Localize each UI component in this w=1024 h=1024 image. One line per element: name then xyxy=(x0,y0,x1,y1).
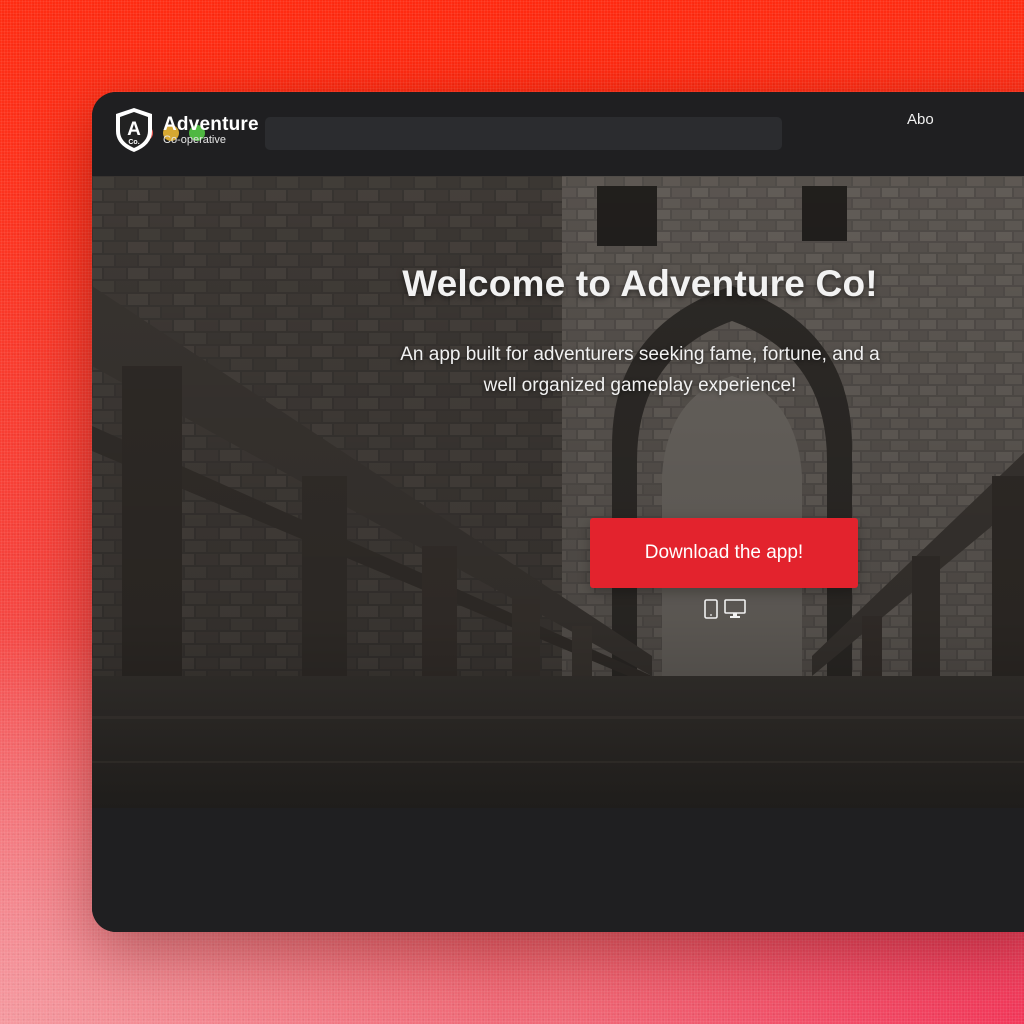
brand-subtitle: Co-operative xyxy=(163,133,226,146)
hero-title: Welcome to Adventure Co! xyxy=(402,263,878,304)
nav-link-about[interactable]: Abo xyxy=(907,111,934,128)
platform-icons xyxy=(704,599,746,624)
brand-title: Adventure xyxy=(163,113,259,135)
desktop-icon xyxy=(724,599,746,624)
hero-subtitle-line-2: well organized gameplay experience! xyxy=(483,375,797,396)
address-bar[interactable] xyxy=(265,117,782,150)
svg-text:Co.: Co. xyxy=(128,139,139,146)
download-app-button[interactable]: Download the app! xyxy=(590,518,858,588)
svg-text:A: A xyxy=(127,119,141,140)
brand-logo[interactable]: A Co. Adventure Co-operative xyxy=(114,107,259,153)
browser-window xyxy=(92,92,1024,932)
shield-logo-icon: A Co. xyxy=(116,108,152,152)
tablet-icon xyxy=(704,599,718,624)
hero-subtitle-line-1: An app built for adventurers seeking fam… xyxy=(400,344,880,365)
hero-subtitle: An app built for adventurers seeking fam… xyxy=(340,339,940,401)
page-below-hero xyxy=(92,808,1024,932)
